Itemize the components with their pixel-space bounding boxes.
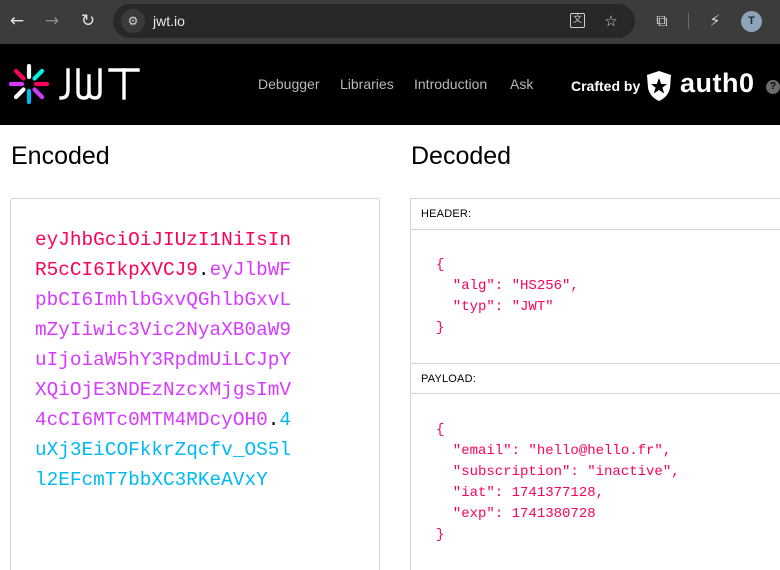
header-json-editor[interactable]: { "alg": "HS256", "typ": "JWT"}: [436, 255, 579, 339]
nav-ask-link[interactable]: Ask: [510, 76, 533, 92]
help-icon[interactable]: ?: [766, 80, 780, 94]
extensions-icon[interactable]: ⧉: [651, 10, 673, 32]
token-signature-segment: 4: [279, 409, 292, 431]
browser-toolbar: ← → ↻ ⚙ jwt.io 文 ☆ ⧉ ⚡ T: [0, 0, 780, 44]
encoded-title: Encoded: [11, 142, 110, 170]
token-payload-segment: pbCI6ImhlbGxvQGhlbGxvL: [35, 289, 291, 311]
token-payload-segment: mZyIiwic3Vic2NyaXB0aW9: [35, 319, 291, 341]
reload-icon[interactable]: ↻: [77, 10, 99, 32]
token-line: 4cCI6MTc0MTM4MDcyOH0.4: [35, 405, 365, 435]
token-line: mZyIiwic3Vic2NyaXB0aW9: [35, 315, 365, 345]
token-line: pbCI6ImhlbGxvQGhlbGxvL: [35, 285, 365, 315]
header-json-line: {: [436, 257, 445, 273]
payload-json-line: }: [436, 527, 445, 543]
auth0-wordmark[interactable]: auth0: [680, 68, 755, 99]
payload-section-label: PAYLOAD:: [411, 363, 780, 394]
token-line: uXj3EiCOFkkrZqcfv_OS5l: [35, 435, 365, 465]
forward-icon[interactable]: →: [41, 10, 63, 32]
header-section-label: HEADER:: [411, 199, 780, 230]
toolbar-divider: [688, 13, 689, 29]
address-bar[interactable]: ⚙ jwt.io 文 ☆: [113, 4, 635, 38]
token-header-segment: eyJhbGciOiJIUzI1NiIsIn: [35, 229, 291, 251]
site-info-icon[interactable]: ⚙: [121, 9, 145, 33]
performance-icon[interactable]: ⚡: [704, 10, 726, 32]
payload-json-line: "exp": 1741380728: [436, 506, 596, 522]
decoded-title: Decoded: [411, 142, 512, 170]
token-dot-segment: .: [267, 409, 280, 431]
payload-json-editor[interactable]: { "email": "hello@hello.fr", "subscripti…: [436, 420, 680, 546]
translate-icon[interactable]: 文: [568, 11, 588, 31]
token-line: uIjoiaW5hY3RpdmUiLCJpY: [35, 345, 365, 375]
header-json-line: }: [436, 320, 445, 336]
token-signature-segment: l2EFcmT7bbXC3RKeAVxY: [35, 469, 268, 491]
auth0-shield-icon[interactable]: [645, 70, 673, 102]
payload-json-line: {: [436, 422, 445, 438]
crafted-by-label: Crafted by: [571, 78, 641, 94]
site-header: Debugger Libraries Introduction Ask Craf…: [0, 44, 780, 125]
payload-json-line: "subscription": "inactive",: [436, 464, 680, 480]
token-payload-segment: XQiOjE3NDEzNzcxMjgsImV: [35, 379, 291, 401]
token-payload-segment: uIjoiaW5hY3RpdmUiLCJpY: [35, 349, 291, 371]
token-line: eyJhbGciOiJIUzI1NiIsIn: [35, 225, 365, 255]
profile-avatar[interactable]: T: [741, 11, 762, 32]
jwt-logo-text[interactable]: [58, 64, 140, 104]
nav-debugger-link[interactable]: Debugger: [258, 76, 320, 92]
payload-json-line: "iat": 1741377128,: [436, 485, 605, 501]
encoded-token-text[interactable]: eyJhbGciOiJIUzI1NiIsIn R5cCI6IkpXVCJ9.eyJ…: [35, 225, 365, 495]
token-line: R5cCI6IkpXVCJ9.eyJlbWF: [35, 255, 365, 285]
token-payload-segment: eyJlbWF: [209, 259, 292, 281]
jwt-logo-icon[interactable]: [9, 64, 49, 104]
encoded-token-editor[interactable]: eyJhbGciOiJIUzI1NiIsIn R5cCI6IkpXVCJ9.eyJ…: [10, 198, 380, 570]
url-text[interactable]: jwt.io: [153, 13, 185, 29]
decoded-panel: HEADER: { "alg": "HS256", "typ": "JWT"} …: [410, 198, 780, 570]
token-signature-segment: uXj3EiCOFkkrZqcfv_OS5l: [35, 439, 291, 461]
back-icon[interactable]: ←: [6, 10, 28, 32]
payload-json-line: "email": "hello@hello.fr",: [436, 443, 672, 459]
header-json-line: "alg": "HS256",: [436, 278, 579, 294]
token-line: XQiOjE3NDEzNzcxMjgsImV: [35, 375, 365, 405]
nav-libraries-link[interactable]: Libraries: [340, 76, 394, 92]
bookmark-star-icon[interactable]: ☆: [601, 11, 621, 31]
token-line: l2EFcmT7bbXC3RKeAVxY: [35, 465, 365, 495]
token-header-segment: R5cCI6IkpXVCJ9: [35, 259, 198, 281]
token-dot-segment: .: [197, 259, 210, 281]
nav-introduction-link[interactable]: Introduction: [414, 76, 487, 92]
header-json-line: "typ": "JWT": [436, 299, 554, 315]
token-payload-segment: 4cCI6MTc0MTM4MDcyOH0: [35, 409, 268, 431]
